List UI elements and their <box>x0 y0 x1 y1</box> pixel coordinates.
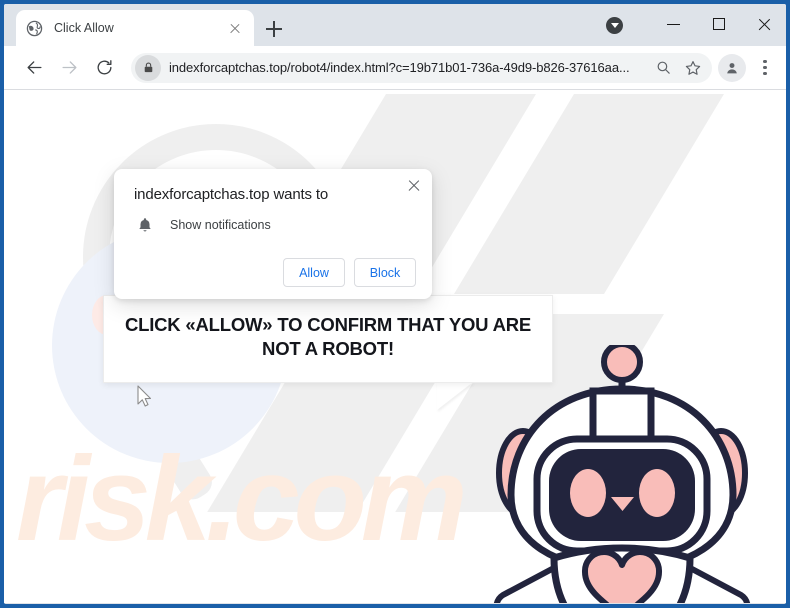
person-avatar-icon[interactable] <box>718 53 746 82</box>
globe-icon <box>26 20 43 37</box>
robot-heart-icon <box>581 549 663 603</box>
window-controls <box>606 4 786 46</box>
dialog-actions: Allow Block <box>130 258 416 287</box>
url-text: indexforcaptchas.top/robot4/index.html?c… <box>169 60 630 75</box>
browser-window-inner: Click Allow indexforcaptchas.top/robot4/… <box>4 4 786 604</box>
star-icon[interactable] <box>678 53 708 83</box>
maximize-button[interactable] <box>696 4 741 46</box>
dialog-close-icon[interactable] <box>405 177 423 195</box>
mouse-cursor-icon <box>137 385 152 407</box>
minimize-button[interactable] <box>651 4 696 46</box>
lock-icon[interactable] <box>135 54 161 81</box>
page-viewport: risk.com CLICK «ALLOW» TO CONFIRM THAT Y… <box>4 90 786 603</box>
watermark-text: risk.com <box>16 432 468 566</box>
dialog-title: indexforcaptchas.top wants to <box>134 186 329 203</box>
three-dot-menu-icon[interactable] <box>752 53 778 83</box>
robot-eye-right <box>639 469 675 517</box>
browser-window: Click Allow indexforcaptchas.top/robot4/… <box>0 0 790 608</box>
permission-row: Show notifications <box>136 216 416 234</box>
robot-eye-left <box>570 469 606 517</box>
permission-label: Show notifications <box>170 218 271 232</box>
block-button[interactable]: Block <box>354 258 416 287</box>
bell-icon <box>136 216 154 234</box>
robot-mascot-icon <box>493 345 751 603</box>
search-icon[interactable] <box>648 53 678 83</box>
new-tab-button[interactable] <box>260 15 288 43</box>
address-bar[interactable]: indexforcaptchas.top/robot4/index.html?c… <box>131 52 712 83</box>
download-circle-icon[interactable] <box>606 16 623 34</box>
tab-title: Click Allow <box>54 21 114 35</box>
window-close-button[interactable] <box>741 4 786 46</box>
tab-close-icon[interactable] <box>226 19 244 37</box>
back-button[interactable] <box>18 52 50 84</box>
notification-permission-dialog: indexforcaptchas.top wants to Show notif… <box>114 169 432 299</box>
allow-button[interactable]: Allow <box>283 258 345 287</box>
browser-toolbar: indexforcaptchas.top/robot4/index.html?c… <box>4 46 786 90</box>
reload-button[interactable] <box>88 52 120 84</box>
tab-click-allow[interactable]: Click Allow <box>16 10 254 46</box>
tab-strip: Click Allow <box>4 4 786 46</box>
forward-button[interactable] <box>53 52 85 84</box>
omnibox-actions <box>648 53 712 83</box>
